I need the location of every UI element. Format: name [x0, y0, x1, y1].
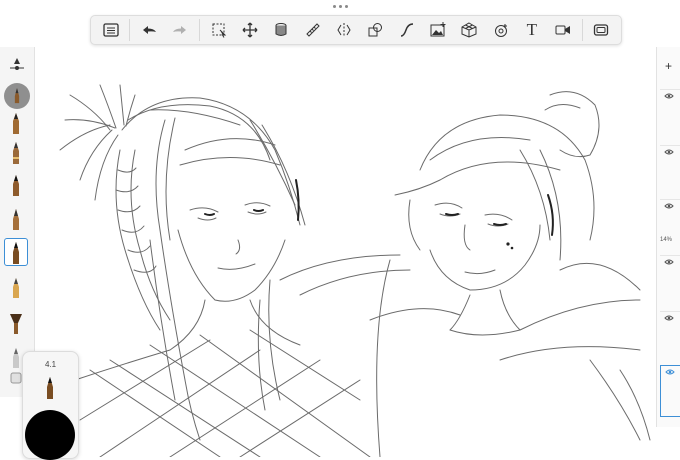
- symmetry-icon: [337, 23, 351, 37]
- current-brush-indicator[interactable]: [4, 83, 30, 109]
- select-tool[interactable]: [205, 17, 232, 43]
- brush-size-preview-icon: [43, 376, 57, 400]
- drawing-canvas[interactable]: [0, 0, 680, 457]
- brush-fan[interactable]: [4, 309, 28, 335]
- layer-thumb-4[interactable]: [660, 255, 680, 304]
- move-icon: [242, 22, 258, 38]
- brush-marker[interactable]: [4, 171, 28, 197]
- layer-thumb-1[interactable]: [660, 89, 680, 138]
- ruler-tool[interactable]: [299, 17, 326, 43]
- brush-settings-icon[interactable]: [8, 57, 26, 73]
- perspective-tool[interactable]: [456, 17, 483, 43]
- ruler-icon: [305, 23, 320, 37]
- image-tool[interactable]: [424, 17, 451, 43]
- eye-icon[interactable]: [664, 258, 674, 266]
- layer-thumb-2[interactable]: [660, 145, 680, 194]
- eye-icon[interactable]: [664, 148, 674, 156]
- layers-panel: + 14%: [656, 47, 680, 427]
- curve-icon: [400, 23, 413, 37]
- transform-tool[interactable]: [237, 17, 264, 43]
- eye-icon[interactable]: [664, 202, 674, 210]
- brush-size-panel[interactable]: 4.1: [22, 351, 79, 460]
- layer-thumb-selected[interactable]: [660, 365, 680, 417]
- brush-paint[interactable]: [4, 273, 28, 299]
- brush-size-value: 4.1: [44, 360, 57, 369]
- main-toolbar: T: [90, 15, 622, 45]
- brush-pencil[interactable]: [4, 109, 28, 135]
- layer-thumb-5[interactable]: [660, 311, 680, 360]
- symmetry-tool[interactable]: [331, 17, 358, 43]
- eye-icon[interactable]: [665, 368, 675, 376]
- fullscreen-icon: [594, 24, 609, 36]
- add-layer-icon[interactable]: +: [665, 59, 672, 73]
- brush-palette: [0, 47, 35, 397]
- list-icon: [103, 23, 119, 37]
- image-icon: [430, 22, 446, 37]
- redo-icon: [173, 26, 187, 34]
- layer-opacity-label: 14%: [660, 237, 673, 243]
- text-tool[interactable]: T: [518, 17, 545, 43]
- text-icon: T: [526, 20, 538, 39]
- perspective-icon: [461, 22, 477, 38]
- brush-airbrush[interactable]: [4, 205, 28, 231]
- video-icon: [555, 25, 571, 35]
- curve-tool[interactable]: [393, 17, 420, 43]
- stamp-tool[interactable]: [487, 17, 514, 43]
- brush-selected[interactable]: [4, 238, 28, 266]
- stamp-icon: [494, 24, 507, 37]
- layers-list-button[interactable]: [97, 17, 124, 43]
- shapes-tool[interactable]: [362, 17, 389, 43]
- selection-icon: [212, 23, 226, 38]
- shapes-icon: [368, 23, 383, 37]
- undo-button[interactable]: [136, 17, 163, 43]
- redo-button[interactable]: [167, 17, 194, 43]
- brush-ink-pen[interactable]: [4, 139, 28, 165]
- toolbar-drag-handle[interactable]: [330, 2, 350, 10]
- video-tool[interactable]: [550, 17, 577, 43]
- eye-icon[interactable]: [664, 92, 674, 100]
- color-well[interactable]: [25, 410, 75, 460]
- undo-icon: [142, 26, 156, 34]
- eye-icon[interactable]: [664, 314, 674, 322]
- fullscreen-button[interactable]: [588, 17, 615, 43]
- bucket-icon: [275, 23, 287, 36]
- fill-tool[interactable]: [268, 17, 295, 43]
